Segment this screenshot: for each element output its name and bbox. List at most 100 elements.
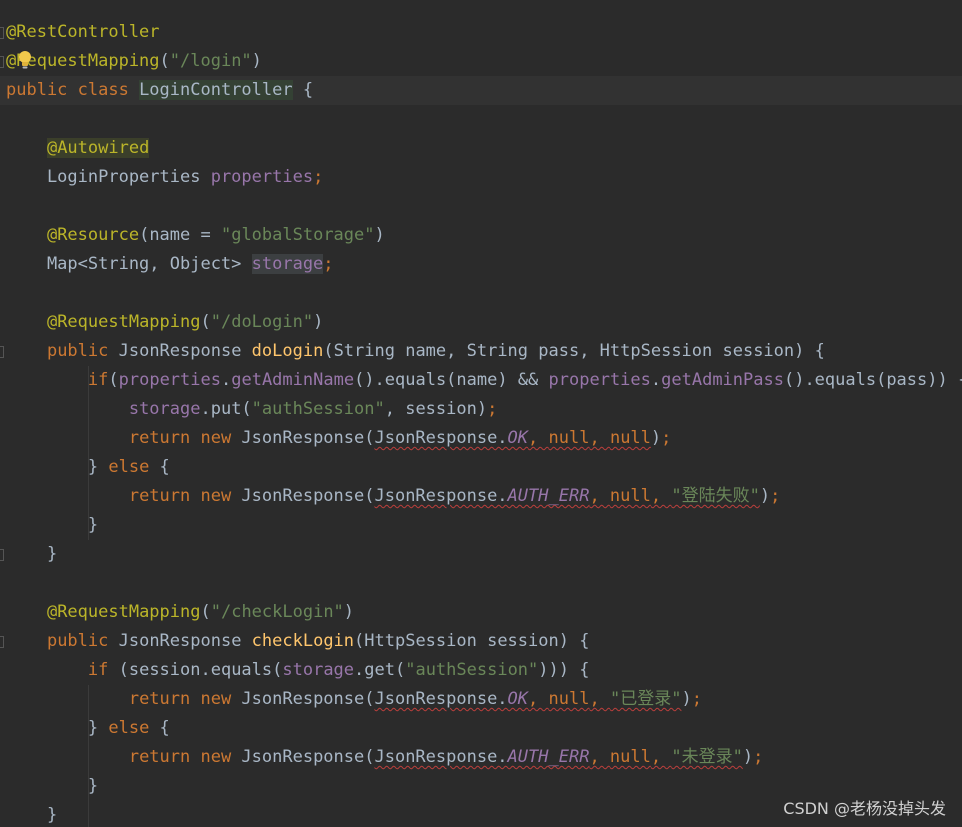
code-token: "authSession"	[251, 399, 385, 419]
code-text: @RequestMapping("/checkLogin")	[6, 598, 354, 627]
fold-marker[interactable]	[0, 27, 4, 39]
code-line[interactable]: @RequestMapping("/doLogin")	[0, 308, 962, 337]
code-token: null	[609, 428, 651, 448]
code-token: }	[6, 776, 99, 796]
code-token: "/checkLogin"	[210, 602, 344, 622]
code-token: else	[108, 457, 160, 477]
code-token: (String name, String pass, HttpSession s…	[323, 341, 825, 361]
code-token: public	[46, 631, 119, 651]
code-token: ;	[691, 689, 702, 709]
code-token: ;	[770, 486, 781, 506]
code-token: ;	[313, 167, 324, 187]
code-token: JsonResponse(	[241, 747, 375, 767]
code-token: ().equals(pass)) {	[783, 370, 962, 390]
fold-marker[interactable]	[0, 56, 4, 68]
code-line[interactable]: @RequestMapping("/login")	[0, 47, 962, 76]
code-token: public	[46, 341, 119, 361]
code-token: ))) {	[538, 660, 590, 680]
code-text: }	[6, 772, 98, 801]
code-line[interactable]: return new JsonResponse(JsonResponse.OK,…	[0, 685, 962, 714]
code-line[interactable]: } else {	[0, 453, 962, 482]
code-token: return new	[128, 428, 242, 448]
code-token: @RestController	[6, 22, 160, 42]
code-editor[interactable]: @RestController @RequestMapping("/login")…	[0, 0, 962, 827]
code-token: ;	[661, 428, 672, 448]
code-token: return new	[128, 747, 242, 767]
code-token: JsonResponse.	[374, 486, 508, 506]
code-token: "/doLogin"	[210, 312, 314, 332]
code-token: ,	[650, 747, 672, 767]
code-line[interactable]	[0, 569, 962, 598]
code-line[interactable]: }	[0, 511, 962, 540]
code-line[interactable]: @RequestMapping("/checkLogin")	[0, 598, 962, 627]
code-token: (name =	[139, 225, 221, 245]
code-token: {	[159, 457, 170, 477]
code-token: (	[200, 312, 211, 332]
code-token: return new	[128, 486, 242, 506]
code-line[interactable]: }	[0, 540, 962, 569]
code-line[interactable]: } else {	[0, 714, 962, 743]
fold-marker[interactable]	[0, 346, 4, 358]
code-line[interactable]: @Autowired	[0, 134, 962, 163]
code-text: return new JsonResponse(JsonResponse.AUT…	[6, 743, 764, 772]
code-token: null	[609, 747, 651, 767]
code-token: )	[374, 225, 385, 245]
fold-marker[interactable]	[0, 549, 4, 561]
code-line[interactable]: return new JsonResponse(JsonResponse.AUT…	[0, 482, 962, 511]
code-line[interactable]: storage.put("authSession", session);	[0, 395, 962, 424]
code-line[interactable]: return new JsonResponse(JsonResponse.OK,…	[0, 424, 962, 453]
code-text: }	[6, 801, 57, 827]
code-token: public class	[6, 80, 140, 100]
code-token: @RequestMapping	[46, 602, 201, 622]
lightbulb-icon[interactable]	[17, 50, 33, 70]
code-token: .	[650, 370, 662, 390]
code-token: @Autowired	[46, 138, 150, 158]
code-token: JsonResponse	[118, 341, 252, 361]
code-token: "未登录"	[671, 747, 743, 767]
code-text: @RequestMapping("/doLogin")	[6, 308, 323, 337]
code-line[interactable]: @RestController	[0, 18, 962, 47]
code-token: (	[108, 370, 119, 390]
code-token: )	[742, 747, 754, 767]
code-line[interactable]: if(properties.getAdminName().equals(name…	[0, 366, 962, 395]
code-token: JsonResponse(	[241, 689, 375, 709]
code-line[interactable]: if (session.equals(storage.get("authSess…	[0, 656, 962, 685]
code-token: )	[343, 602, 355, 622]
code-line[interactable]: return new JsonResponse(JsonResponse.AUT…	[0, 743, 962, 772]
code-token: checkLogin	[251, 631, 355, 651]
code-line[interactable]: LoginProperties properties;	[0, 163, 962, 192]
code-token: "/login"	[169, 51, 252, 71]
code-token: if	[87, 660, 119, 680]
code-token: JsonResponse.	[374, 747, 508, 767]
code-token: }	[6, 805, 58, 825]
code-token: "已登录"	[609, 689, 682, 709]
code-line[interactable]: public JsonResponse checkLogin(HttpSessi…	[0, 627, 962, 656]
code-text: public JsonResponse doLogin(String name,…	[6, 337, 825, 366]
code-text: public class LoginController {	[6, 76, 313, 105]
code-token: )	[313, 312, 324, 332]
code-token: @Resource	[46, 225, 140, 245]
indent-guide	[88, 366, 89, 540]
code-line[interactable]	[0, 192, 962, 221]
fold-marker[interactable]	[0, 636, 4, 648]
code-token: (session.equals(	[118, 660, 283, 680]
code-token: ,	[650, 486, 672, 506]
code-text: return new JsonResponse(JsonResponse.AUT…	[6, 482, 781, 511]
code-line[interactable]: public class LoginController {	[0, 76, 962, 105]
code-token: JsonResponse	[118, 631, 252, 651]
code-token: Map<String, Object>	[6, 254, 252, 274]
code-token: (HttpSession session) {	[354, 631, 590, 651]
code-line[interactable]: Map<String, Object> storage;	[0, 250, 962, 279]
code-line[interactable]	[0, 279, 962, 308]
code-line[interactable]	[0, 105, 962, 134]
code-text: Map<String, Object> storage;	[6, 250, 334, 279]
code-line[interactable]: public JsonResponse doLogin(String name,…	[0, 337, 962, 366]
code-token: properties	[118, 370, 221, 390]
code-token: null	[609, 486, 651, 506]
code-line[interactable]: @Resource(name = "globalStorage")	[0, 221, 962, 250]
